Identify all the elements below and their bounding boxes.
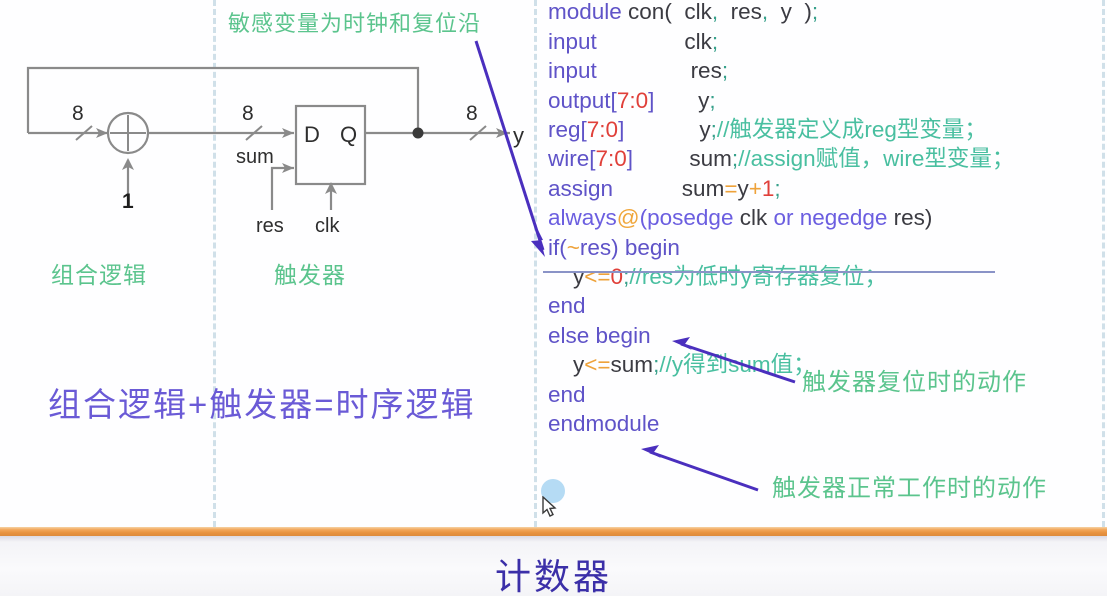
code-line-1: input clk; — [548, 28, 719, 54]
code-line-2: input res; — [548, 58, 729, 84]
code-line-b3: else begin — [548, 322, 651, 348]
code-token: res) — [887, 205, 933, 231]
code-line-6: assign sum=y+1; — [548, 175, 781, 201]
code-line-b5: end — [548, 381, 586, 407]
code-token: <= — [584, 352, 611, 378]
code-token: <= — [584, 264, 611, 289]
code-token: assign — [548, 175, 614, 201]
label-bus-width-out: 8 — [466, 102, 478, 125]
code-token: sum — [610, 352, 654, 378]
code-line-always: always@(posedge clk or negedge res) — [548, 205, 933, 231]
code-token: @ — [616, 205, 640, 231]
code-token: or — [773, 205, 794, 231]
code-token: ; — [711, 28, 719, 54]
code-token: y — [548, 352, 585, 378]
code-token: endmodule — [548, 411, 660, 436]
code-token: clk — [733, 205, 774, 231]
caption-combinational-logic: 组合逻辑 — [51, 262, 147, 288]
code-token: begin — [624, 234, 680, 260]
mouse-cursor-icon — [542, 496, 557, 517]
junction-dot — [412, 127, 424, 139]
code-line-5: wire[7:0] sum;//assign赋值，wire型变量； — [548, 148, 1014, 171]
label-y-output: y — [513, 123, 524, 148]
code-listing: module con( clk, res, y ); input clk; inpu… — [543, 0, 1107, 527]
caption-flipflop: 触发器 — [274, 262, 346, 288]
label-constant-one: 1 — [122, 190, 134, 213]
code-line-b6: endmodule — [548, 411, 660, 436]
code-token: always — [548, 205, 617, 231]
code-token: ; — [811, 0, 819, 25]
label-bus-width-in: 8 — [72, 102, 84, 125]
code-token: ; — [774, 175, 781, 201]
accent-bar-shadow — [0, 536, 1107, 542]
code-token: end — [548, 381, 586, 407]
code-token: input — [548, 28, 597, 54]
code-token: res — [596, 58, 722, 84]
code-line-b0: if(~res) begin — [548, 234, 680, 260]
feedback-wire — [26, 66, 420, 133]
code-token: posedge — [647, 205, 734, 231]
annotation-normal-action: 触发器正常工作时的动作 — [772, 475, 1047, 502]
code-token: //y得到sum值； — [659, 352, 816, 378]
circuit-diagram: 8 8 8 sum 1 D Q res clk y — [26, 66, 524, 237]
code-token: 7:0 — [586, 117, 619, 142]
label-bus-width-sum: 8 — [242, 102, 254, 125]
code-token: y — [654, 87, 710, 113]
label-q-output: Q — [340, 122, 357, 147]
code-token: input — [548, 58, 597, 84]
code-token: reg[ — [548, 117, 587, 142]
code-token: y — [548, 264, 585, 289]
code-token: ( — [639, 205, 648, 231]
annotation-reset-action: 触发器复位时的动作 — [802, 369, 1027, 396]
code-token: clk — [596, 28, 712, 54]
summary-equation: 组合逻辑+触发器=时序逻辑 — [48, 386, 476, 423]
code-token: end — [548, 293, 586, 319]
code-token: else begin — [548, 322, 651, 348]
code-token: sum — [633, 146, 732, 172]
code-token: 1 — [761, 175, 775, 201]
code-line-b2: end — [548, 295, 586, 318]
code-token: ; — [709, 87, 716, 113]
code-token: con( clk — [621, 0, 712, 25]
adder-plus — [110, 115, 146, 151]
code-token: = — [724, 175, 738, 201]
code-token: //assign赋值，wire型变量； — [738, 146, 1015, 172]
label-d-input: D — [304, 122, 320, 147]
code-token: output[ — [548, 87, 617, 113]
code-token: res) — [579, 234, 625, 260]
code-token: + — [748, 175, 762, 201]
code-token: module — [548, 0, 622, 25]
code-token: ~ — [566, 234, 580, 260]
label-sum: sum — [236, 146, 274, 168]
code-line-4: reg[7:0] y;//触发器定义成reg型变量； — [548, 117, 987, 142]
label-res: res — [256, 215, 284, 237]
code-token: 7:0 — [616, 87, 649, 113]
code-token: wire[ — [548, 146, 596, 172]
code-line-3: output[7:0] y; — [548, 87, 716, 113]
code-token: 7:0 — [595, 146, 627, 172]
code-token: sum — [613, 175, 725, 201]
code-token: y — [737, 175, 749, 201]
code-token: //res为低时y寄存器复位； — [629, 264, 887, 289]
label-clk: clk — [315, 215, 340, 237]
always-line-underline — [543, 271, 995, 273]
code-token: 0 — [610, 264, 624, 289]
code-line-0: module con( clk, res, y ); — [548, 1, 818, 24]
code-token: y ) — [768, 0, 812, 25]
code-line-b1: y<=0;//res为低时y寄存器复位； — [548, 264, 887, 289]
footer-title: 计数器 — [494, 556, 612, 596]
code-token: res — [718, 0, 762, 25]
code-token: y — [624, 117, 711, 142]
code-line-b4: y<=sum;//y得到sum值； — [548, 352, 816, 378]
slide-body: 敏感变量为时钟和复位沿 8 8 8 sum 1 D Q res clk y 组合… — [0, 0, 1107, 527]
code-token: //触发器定义成reg型变量； — [716, 117, 987, 142]
code-token: negedge — [799, 205, 888, 231]
code-token: if( — [548, 234, 567, 260]
accent-divider-bar — [0, 527, 1107, 536]
slide-root: 敏感变量为时钟和复位沿 8 8 8 sum 1 D Q res clk y 组合… — [0, 0, 1107, 596]
code-token: ; — [721, 58, 729, 84]
